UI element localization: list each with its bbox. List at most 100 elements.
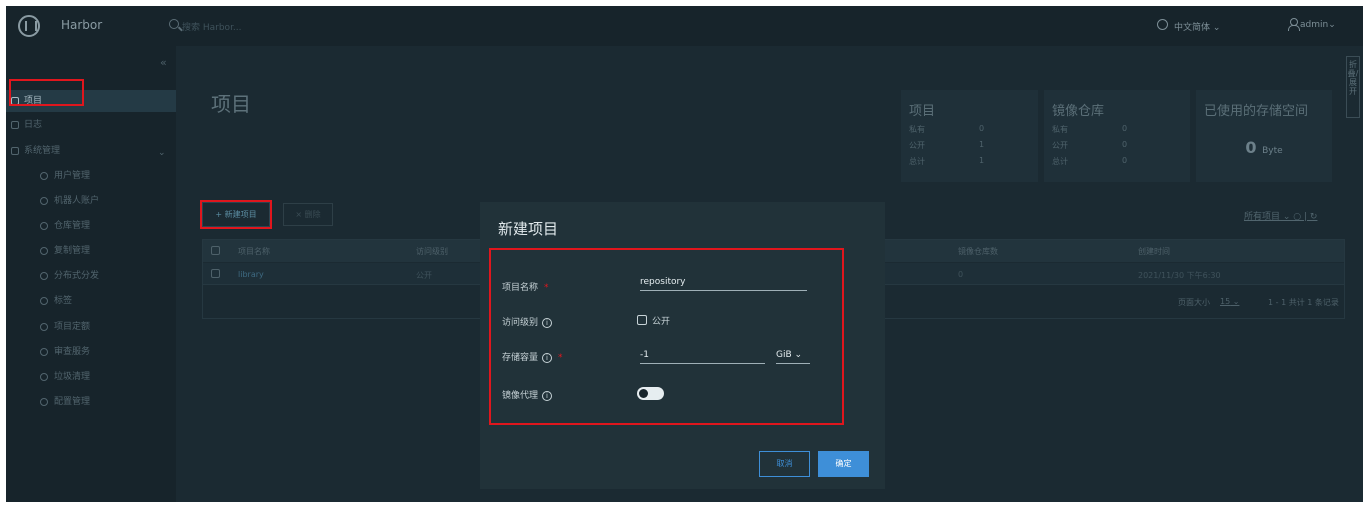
label-text: 访问级别 [502,318,539,328]
sidebar-item-label: 系统管理 [24,146,61,156]
user-menu[interactable]: admin⌄ [1300,20,1336,30]
share-icon [40,272,48,280]
collapse-sidebar-icon[interactable]: « [160,56,167,69]
stat-value: 1 [979,156,985,165]
stat-title: 镜像仓库 [1052,104,1105,119]
sidebar-item-gc[interactable]: 垃圾清理 [6,366,176,388]
registry-icon [40,222,48,230]
creation-time: 2021/11/30 下午6:30 [1138,271,1221,280]
sidebar-item-label: 复制管理 [54,246,91,256]
stat-label: 公开 [1052,141,1068,150]
project-name-input[interactable]: repository [640,277,807,291]
tag-icon [40,297,48,305]
column-header[interactable]: 访问级别 [416,246,448,257]
app-name[interactable]: Harbor [61,18,102,32]
stat-row: 私有 0 [1052,124,1142,135]
stat-value: 0 [1122,140,1128,149]
search-icon[interactable] [169,19,179,29]
sidebar: « 项目 日志 系统管理 ⌄ 用户管理 机器人账户 仓库管理 复制管理 分布式分发… [6,46,176,502]
stat-label: 总计 [1052,157,1068,166]
side-panel-tab[interactable]: 折叠/展开 [1346,56,1360,118]
label-text: 镜像代理 [502,391,539,401]
column-header[interactable]: 镜像仓库数 [958,246,998,257]
stat-row: 总计 1 [909,156,999,167]
column-header[interactable]: 项目名称 [238,246,270,257]
sidebar-item-system-admin[interactable]: 系统管理 ⌄ [6,140,176,162]
info-icon[interactable]: i [542,390,553,401]
project-name-label: 项目名称 * [502,280,549,293]
page-title: 项目 [211,92,251,116]
access-level-label: 访问级别 i [502,315,553,328]
column-header[interactable]: 创建时间 [1138,246,1170,257]
required-marker: * [544,283,549,293]
chevron-down-icon: ⌄ [158,148,166,158]
highlight-new-project [200,200,272,229]
sidebar-item-label: 标签 [54,296,73,306]
new-project-dialog: 新建项目 项目名称 * repository 访问级别 i 公开 存储容量 i * -1… [480,202,885,489]
language-selector[interactable]: 中文简体 ⌄ [1174,20,1220,33]
sidebar-item-distribution[interactable]: 分布式分发 [6,265,176,287]
sidebar-item-label: 机器人账户 [54,196,100,206]
project-name-link[interactable]: library [238,270,264,279]
globe-icon[interactable] [1157,19,1168,30]
repo-count: 0 [958,270,964,279]
quota-unit-select[interactable]: GiB ⌄ [776,350,810,364]
stat-label: 私有 [909,125,925,134]
sidebar-item-label: 日志 [24,120,43,130]
sidebar-item-label: 垃圾清理 [54,372,91,382]
sidebar-item-interrogation[interactable]: 审查服务 [6,341,176,363]
cancel-button[interactable]: 取消 [759,451,810,477]
select-all-checkbox[interactable] [211,246,220,255]
public-checkbox[interactable] [637,315,647,325]
language-label: 中文简体 [1174,23,1211,33]
info-icon[interactable]: i [542,352,553,363]
stat-title: 项目 [909,104,936,119]
stat-value: 0 [1122,156,1128,165]
admin-icon [11,147,19,155]
replication-icon [40,247,48,255]
search-input[interactable]: 搜索 Harbor... [182,20,242,33]
shield-icon [40,348,48,356]
quota-unit-value: GiB [776,350,792,360]
proxy-cache-toggle[interactable] [637,387,664,400]
row-checkbox[interactable] [211,269,220,278]
quota-icon [40,323,48,331]
sidebar-item-logs[interactable]: 日志 [6,114,176,136]
project-filter-dropdown[interactable]: 所有项目 ⌄ ○ | ↻ [1244,209,1317,222]
sidebar-item-label: 配置管理 [54,397,91,407]
harbor-logo-icon[interactable] [18,15,40,37]
sidebar-item-config[interactable]: 配置管理 [6,391,176,413]
sidebar-item-label: 分布式分发 [54,271,100,281]
top-header: Harbor 搜索 Harbor... 中文简体 ⌄ admin⌄ [6,6,1363,46]
storage-quota-input[interactable]: -1 [640,350,765,364]
user-icon[interactable] [1288,18,1300,31]
sidebar-item-label: 项目定额 [54,322,91,332]
page-size-select[interactable]: 15 ⌄ [1220,297,1239,306]
stat-value: 0 [1122,124,1128,133]
storage-value: 0 Byte [1196,138,1332,157]
sidebar-item-robot-accounts[interactable]: 机器人账户 [6,190,176,212]
stat-row: 公开 0 [1052,140,1142,151]
users-icon [40,172,48,180]
sidebar-item-users[interactable]: 用户管理 [6,165,176,187]
storage-unit: Byte [1262,146,1283,156]
info-icon[interactable]: i [542,317,553,328]
storage-number: 0 [1245,138,1257,157]
user-name: admin [1300,20,1329,30]
robot-icon [40,197,48,205]
page-size-label: 页面大小 [1178,298,1210,307]
highlight-projects-nav [9,79,84,106]
stat-row: 私有 0 [909,124,999,135]
sidebar-item-labels[interactable]: 标签 [6,290,176,312]
sidebar-item-replications[interactable]: 复制管理 [6,240,176,262]
harbor-app: Harbor 搜索 Harbor... 中文简体 ⌄ admin⌄ « 项目 日… [6,6,1363,502]
sidebar-item-quotas[interactable]: 项目定额 [6,316,176,338]
stat-value: 1 [979,140,985,149]
storage-stats-card: 已使用的存储空间 0 Byte [1196,90,1332,182]
delete-button[interactable]: × 删除 [283,203,333,226]
label-text: 项目名称 [502,283,539,293]
stat-label: 公开 [909,141,925,150]
sidebar-item-registries[interactable]: 仓库管理 [6,215,176,237]
required-marker: * [558,353,563,363]
confirm-button[interactable]: 确定 [818,451,869,477]
